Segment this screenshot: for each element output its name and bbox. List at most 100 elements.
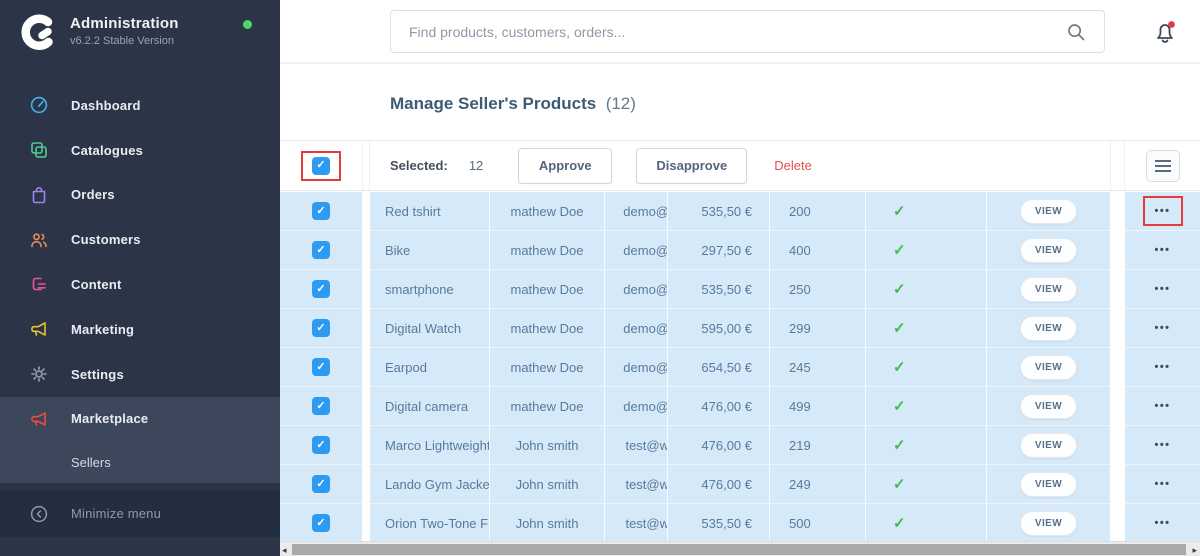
view-button[interactable]: VIEW: [1019, 354, 1078, 380]
table-row: ✓ Earpod mathew Doe demo@ 654,50 € 245 ✓…: [280, 348, 1200, 387]
approve-button[interactable]: Approve: [518, 147, 613, 184]
row-menu-dots-icon[interactable]: •••: [1154, 361, 1170, 373]
view-button[interactable]: VIEW: [1019, 471, 1078, 497]
actions-cell: •••: [1125, 504, 1200, 541]
content-icon: [29, 275, 49, 295]
check-icon: ✓: [316, 282, 326, 295]
row-checkbox[interactable]: ✓: [312, 358, 330, 376]
row-menu-dots-icon[interactable]: •••: [1154, 478, 1170, 490]
main-content: Manage Seller's Products (12) ✓ Selected…: [280, 0, 1200, 556]
actions-cell: •••: [1125, 270, 1200, 309]
notifications-bell-icon[interactable]: [1150, 16, 1180, 46]
orders-icon: [29, 185, 49, 205]
seller-email-cell: test@w: [605, 426, 668, 465]
row-menu-dots-icon[interactable]: •••: [1154, 439, 1170, 451]
sidebar-item-settings[interactable]: Settings: [0, 352, 280, 397]
status-cell: ✓: [866, 426, 987, 465]
approved-check-icon: ✓: [893, 203, 906, 220]
view-cell: VIEW: [987, 504, 1110, 541]
quantity-cell: 200: [770, 192, 866, 231]
approved-check-icon: ✓: [893, 437, 906, 454]
sidebar-item-marketplace[interactable]: Marketplace: [0, 397, 280, 442]
row-checkbox[interactable]: ✓: [312, 202, 330, 220]
view-button[interactable]: VIEW: [1019, 198, 1078, 224]
product-name-cell: Earpod: [370, 348, 490, 387]
product-name-cell: Marco Lightweight A: [370, 426, 490, 465]
brand: Administration v6.2.2 Stable Version: [0, 0, 280, 62]
table-row: ✓ Digital Watch mathew Doe demo@ 595,00 …: [280, 309, 1200, 348]
quantity-cell: 219: [770, 426, 866, 465]
table-menu-button[interactable]: [1145, 149, 1180, 182]
check-icon: ✓: [316, 204, 326, 217]
sidebar-item-content[interactable]: Content: [0, 262, 280, 307]
status-cell: ✓: [866, 348, 987, 387]
status-cell: ✓: [866, 231, 987, 270]
check-icon: ✓: [316, 159, 326, 171]
row-checkbox[interactable]: ✓: [312, 280, 330, 298]
minimize-menu-button[interactable]: Minimize menu: [0, 490, 280, 537]
sidebar-item-catalogues[interactable]: Catalogues: [0, 128, 280, 173]
search-icon[interactable]: [1066, 22, 1086, 42]
actions-cell: •••: [1125, 465, 1200, 504]
row-checkbox[interactable]: ✓: [312, 319, 330, 337]
page-title-count: (12): [605, 94, 636, 113]
row-menu-dots-icon[interactable]: •••: [1154, 283, 1170, 295]
topbar: [280, 0, 1200, 64]
price-cell: 535,50 €: [668, 192, 770, 231]
row-checkbox[interactable]: ✓: [312, 475, 330, 493]
selected-label: Selected:: [390, 158, 448, 173]
price-cell: 535,50 €: [668, 504, 770, 541]
seller-name-cell: mathew Doe: [490, 387, 605, 426]
sidebar-item-dashboard[interactable]: Dashboard: [0, 83, 280, 128]
sidebar-item-marketing[interactable]: Marketing: [0, 307, 280, 352]
approved-check-icon: ✓: [893, 398, 906, 415]
actions-cell: •••: [1125, 426, 1200, 465]
row-menu-dots-icon[interactable]: •••: [1154, 322, 1170, 334]
sidebar-item-orders[interactable]: Orders: [0, 173, 280, 218]
select-all-checkbox[interactable]: ✓: [312, 156, 330, 175]
row-menu-dots-icon[interactable]: •••: [1154, 244, 1170, 256]
search-input[interactable]: [391, 11, 1104, 52]
row-checkbox[interactable]: ✓: [312, 397, 330, 415]
sidebar-item-customers[interactable]: Customers: [0, 217, 280, 262]
scroll-left-arrow-icon[interactable]: ◂: [282, 544, 287, 556]
row-checkbox[interactable]: ✓: [312, 514, 330, 532]
view-cell: VIEW: [987, 270, 1110, 309]
seller-name-cell: mathew Doe: [490, 231, 605, 270]
row-checkbox[interactable]: ✓: [312, 241, 330, 259]
delete-link[interactable]: Delete: [774, 158, 812, 173]
seller-email-cell: demo@: [605, 270, 668, 309]
row-checkbox[interactable]: ✓: [312, 436, 330, 454]
view-button[interactable]: VIEW: [1019, 237, 1078, 263]
view-button[interactable]: VIEW: [1019, 315, 1078, 341]
price-cell: 535,50 €: [668, 270, 770, 309]
scroll-right-arrow-icon[interactable]: ▸: [1192, 544, 1197, 556]
view-cell: VIEW: [987, 192, 1110, 231]
view-button[interactable]: VIEW: [1019, 393, 1078, 419]
table-row: ✓ Digital camera mathew Doe demo@ 476,00…: [280, 387, 1200, 426]
row-menu-dots-icon[interactable]: •••: [1154, 517, 1170, 529]
price-cell: 476,00 €: [668, 426, 770, 465]
sidebar-item-sellers[interactable]: Sellers: [0, 441, 280, 483]
view-cell: VIEW: [987, 309, 1110, 348]
online-status-dot: [243, 20, 252, 29]
approved-check-icon: ✓: [893, 320, 906, 337]
product-name-cell: smartphone: [370, 270, 490, 309]
row-menu-dots-icon[interactable]: •••: [1154, 205, 1170, 217]
seller-email-cell: demo@: [605, 309, 668, 348]
status-cell: ✓: [866, 309, 987, 348]
row-menu-dots-icon[interactable]: •••: [1154, 400, 1170, 412]
disapprove-button[interactable]: Disapprove: [636, 147, 748, 184]
view-button[interactable]: VIEW: [1019, 432, 1078, 458]
seller-email-cell: demo@: [605, 387, 668, 426]
view-button[interactable]: VIEW: [1019, 276, 1078, 302]
seller-email-cell: test@w: [605, 465, 668, 504]
settings-gear-icon: [29, 364, 49, 384]
catalogues-icon: [29, 140, 49, 160]
table-row: ✓ Red tshirt mathew Doe demo@ 535,50 € 2…: [280, 192, 1200, 231]
sidebar: Administration v6.2.2 Stable Version Das…: [0, 0, 280, 556]
seller-name-cell: John smith: [490, 465, 605, 504]
scrollbar-thumb[interactable]: [292, 544, 1186, 555]
status-cell: ✓: [866, 504, 987, 541]
view-button[interactable]: VIEW: [1019, 510, 1078, 536]
